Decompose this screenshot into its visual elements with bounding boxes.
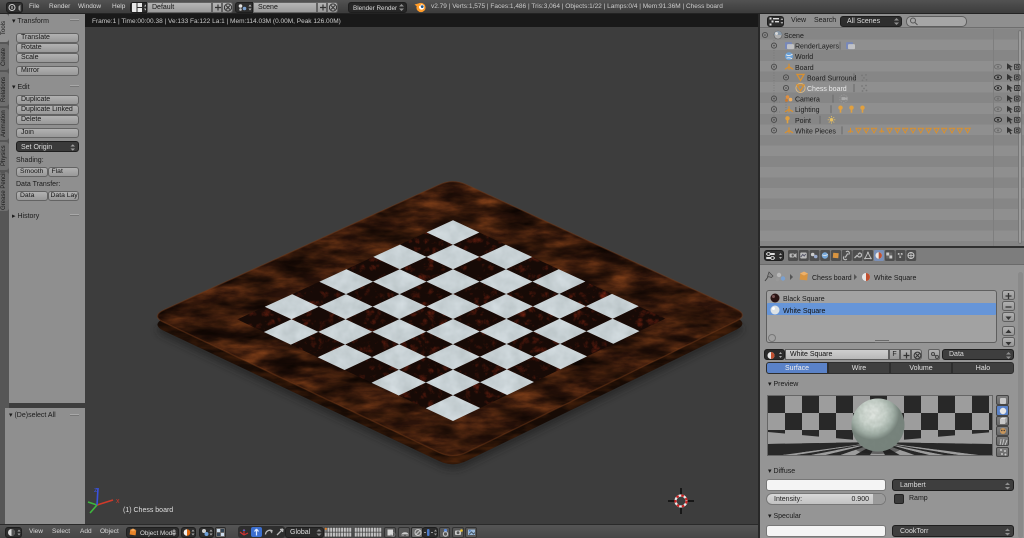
svg-text:Point: Point	[795, 118, 811, 125]
svg-text:White Square: White Square	[783, 308, 826, 315]
svg-text:Camera: Camera	[795, 97, 820, 104]
svg-text:Black Square: Black Square	[783, 296, 825, 303]
svg-text:Board Surround: Board Surround	[807, 75, 857, 82]
svg-text:z: z	[94, 487, 98, 494]
svg-text:Scene: Scene	[784, 33, 804, 40]
svg-text:RenderLayers: RenderLayers	[795, 44, 839, 51]
svg-text:Board: Board	[795, 65, 814, 72]
svg-text:Lighting: Lighting	[795, 107, 820, 114]
svg-text:Chess board: Chess board	[812, 275, 852, 282]
svg-text:Chess board: Chess board	[807, 86, 847, 93]
svg-text:White Square: White Square	[874, 275, 917, 282]
svg-text:World: World	[795, 54, 813, 61]
svg-text:x: x	[116, 498, 120, 505]
svg-text:White Pieces: White Pieces	[795, 128, 836, 135]
